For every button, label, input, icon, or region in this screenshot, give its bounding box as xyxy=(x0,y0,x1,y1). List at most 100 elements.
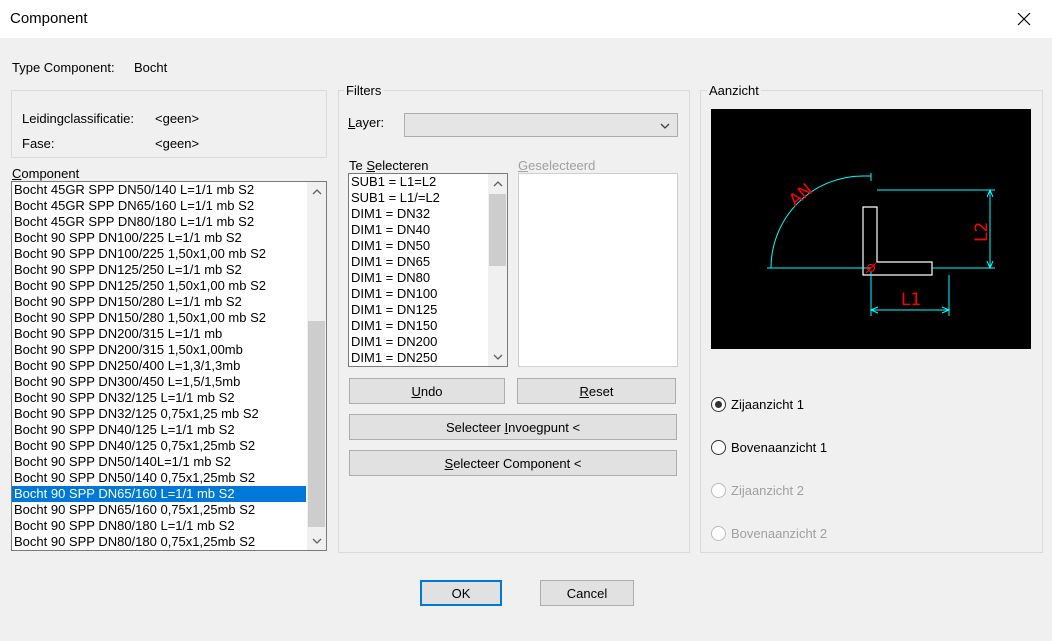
list-item[interactable]: SUB1 = L1=L2 xyxy=(349,174,487,190)
invoegpunt-prefix: Selecteer xyxy=(445,419,505,435)
selecteer-invoegpunt-button[interactable]: Selecteer Invoegpunt < xyxy=(349,414,677,440)
classification-value: <geen> xyxy=(155,111,200,126)
classification-label: Leidingclassificatie: xyxy=(22,111,135,126)
radio-indicator[interactable] xyxy=(711,397,726,412)
filters-title: Filters xyxy=(344,83,384,98)
radio-label: Bovenaanzicht 2 xyxy=(731,526,828,541)
list-item[interactable]: Bocht 90 SPP DN150/280 L=1/1 mb S2 xyxy=(12,294,306,310)
layer-label: Layer: xyxy=(348,115,384,130)
list-item[interactable]: Bocht 45GR SPP DN50/140 L=1/1 mb S2 xyxy=(12,182,306,198)
te-selecteren-scrollbar[interactable] xyxy=(488,174,507,366)
component-label: Component xyxy=(12,166,79,181)
list-item[interactable]: DIM1 = DN200 xyxy=(349,334,487,350)
list-item[interactable]: DIM1 = DN150 xyxy=(349,318,487,334)
component-label-mnemonic: C xyxy=(12,166,22,181)
te-selecteren-text: electeren xyxy=(375,158,429,173)
layer-combobox[interactable] xyxy=(404,113,678,137)
list-item[interactable]: DIM1 = DN40 xyxy=(349,222,487,238)
undo-mnemonic: U xyxy=(411,383,421,399)
radio-label: Zijaanzicht 1 xyxy=(731,397,804,412)
geselecteerd-mnemonic: G xyxy=(518,158,529,173)
radio-indicator[interactable] xyxy=(711,526,726,541)
list-item[interactable]: DIM1 = DN80 xyxy=(349,270,487,286)
list-item[interactable]: Bocht 90 SPP DN150/280 1,50x1,00 mb S2 xyxy=(12,310,306,326)
te-selecteren-mnemonic: S xyxy=(366,158,376,173)
list-item[interactable]: Bocht 90 SPP DN200/315 L=1/1 mb xyxy=(12,326,306,342)
list-item[interactable]: Bocht 90 SPP DN125/250 L=1/1 mb S2 xyxy=(12,262,306,278)
component-listbox[interactable]: Bocht 45GR SPP DN50/140 L=1/1 mb S2 Bocht… xyxy=(11,181,327,551)
scroll-up-button[interactable] xyxy=(307,183,326,200)
component-button-mnemonic: S xyxy=(444,455,454,471)
radio-bovenaanzicht-1[interactable]: Bovenaanzicht 1 xyxy=(711,440,827,455)
chevron-down-icon xyxy=(493,354,502,360)
bend-drawing: AN L1 L2 xyxy=(767,173,995,316)
chevron-up-icon xyxy=(312,188,321,194)
component-label-text: omponent xyxy=(21,166,80,181)
list-item[interactable]: DIM1 = DN50 xyxy=(349,238,487,254)
invoegpunt-text: nvoegpunt < xyxy=(508,419,581,435)
list-item[interactable]: Bocht 90 SPP DN80/180 L=1/1 mb S2 xyxy=(12,518,306,534)
component-scrollbar[interactable] xyxy=(307,182,326,550)
list-item[interactable]: Bocht 90 SPP DN50/140 0,75x1,25mb S2 xyxy=(12,470,306,486)
type-component-label: Type Component: xyxy=(12,60,115,75)
close-button[interactable] xyxy=(1004,2,1044,36)
component-button-text: electeer Component < xyxy=(453,455,582,471)
list-item[interactable]: Bocht 45GR SPP DN65/160 L=1/1 mb S2 xyxy=(12,198,306,214)
reset-text: eset xyxy=(588,383,614,399)
radio-indicator[interactable] xyxy=(711,483,726,498)
list-item[interactable]: Bocht 90 SPP DN40/125 L=1/1 mb S2 xyxy=(12,422,306,438)
cancel-button[interactable]: Cancel xyxy=(540,580,634,606)
geselecteerd-text: eselecteerd xyxy=(528,158,596,173)
te-selecteren-rows: SUB1 = L1=L2 SUB1 = L1/=L2 DIM1 = DN32 DIM1… xyxy=(349,174,487,366)
reset-mnemonic: R xyxy=(579,383,589,399)
list-item[interactable]: DIM1 = DN125 xyxy=(349,302,487,318)
scroll-up-button[interactable] xyxy=(488,175,507,192)
radio-label: Zijaanzicht 2 xyxy=(731,483,804,498)
scroll-down-button[interactable] xyxy=(488,348,507,365)
list-item[interactable]: Bocht 90 SPP DN100/225 1,50x1,00 mb S2 xyxy=(12,246,306,262)
list-item[interactable]: Bocht 45GR SPP DN80/180 L=1/1 mb S2 xyxy=(12,214,306,230)
list-item[interactable]: DIM1 = DN32 xyxy=(349,206,487,222)
list-item[interactable]: Bocht 90 SPP DN300/450 L=1,5/1,5mb xyxy=(12,374,306,390)
scroll-thumb[interactable] xyxy=(308,321,325,527)
list-item[interactable]: Bocht 90 SPP DN80/180 0,75x1,25mb S2 xyxy=(12,534,306,550)
list-item[interactable]: Bocht 90 SPP DN200/315 1,50x1,00mb xyxy=(12,342,306,358)
radio-zijaanzicht-1[interactable]: Zijaanzicht 1 xyxy=(711,397,804,412)
radio-indicator[interactable] xyxy=(711,440,726,455)
undo-button[interactable]: Undo xyxy=(349,378,505,404)
list-item[interactable]: Bocht 90 SPP DN65/160 0,75x1,25mb S2 xyxy=(12,502,306,518)
radio-bovenaanzicht-2[interactable]: Bovenaanzicht 2 xyxy=(711,526,827,541)
preview-canvas: AN L1 L2 xyxy=(711,109,1031,349)
list-item[interactable]: Bocht 90 SPP DN65/160 L=1/1 mb S2 xyxy=(12,486,306,502)
selecteer-component-button[interactable]: Selecteer Component < xyxy=(349,450,677,476)
phase-label: Fase: xyxy=(22,136,55,151)
ok-button[interactable]: OK xyxy=(420,580,502,606)
radio-zijaanzicht-2[interactable]: Zijaanzicht 2 xyxy=(711,483,804,498)
an-label: AN xyxy=(785,180,817,211)
list-item[interactable]: Bocht 90 SPP DN50/140L=1/1 mb S2 xyxy=(12,454,306,470)
close-icon xyxy=(1017,12,1031,26)
list-item[interactable]: SUB1 = L1/=L2 xyxy=(349,190,487,206)
list-item[interactable]: Bocht 90 SPP DN32/125 0,75x1,25 mb S2 xyxy=(12,406,306,422)
list-item[interactable]: Bocht 90 SPP DN40/125 0,75x1,25mb S2 xyxy=(12,438,306,454)
reset-button[interactable]: Reset xyxy=(517,378,676,404)
geselecteerd-listbox[interactable] xyxy=(518,173,678,367)
chevron-down-icon xyxy=(312,538,321,544)
scroll-down-button[interactable] xyxy=(307,532,326,549)
list-item[interactable]: Bocht 90 SPP DN32/125 L=1/1 mb S2 xyxy=(12,390,306,406)
l2-label: L2 xyxy=(972,222,992,242)
layer-label-text: ayer: xyxy=(355,115,385,130)
te-selecteren-label: Te Selecteren xyxy=(349,158,429,173)
list-item[interactable]: Bocht 90 SPP DN125/250 1,50x1,00 mb S2 xyxy=(12,278,306,294)
te-selecteren-listbox[interactable]: SUB1 = L1=L2 SUB1 = L1/=L2 DIM1 = DN32 DIM1… xyxy=(348,173,508,367)
list-item[interactable]: Bocht 90 SPP DN250/400 L=1,3/1,3mb xyxy=(12,358,306,374)
scroll-thumb[interactable] xyxy=(489,194,506,266)
list-item[interactable]: Bocht 90 SPP DN100/225 L=1/1 mb S2 xyxy=(12,230,306,246)
radio-label: Bovenaanzicht 1 xyxy=(731,440,828,455)
list-item[interactable]: DIM1 = DN250 xyxy=(349,350,487,366)
list-item[interactable]: DIM1 = DN100 xyxy=(349,286,487,302)
type-component-value: Bocht xyxy=(134,60,168,75)
phase-value: <geen> xyxy=(155,136,200,151)
list-item[interactable]: DIM1 = DN65 xyxy=(349,254,487,270)
title-bar: Component xyxy=(0,0,1052,38)
